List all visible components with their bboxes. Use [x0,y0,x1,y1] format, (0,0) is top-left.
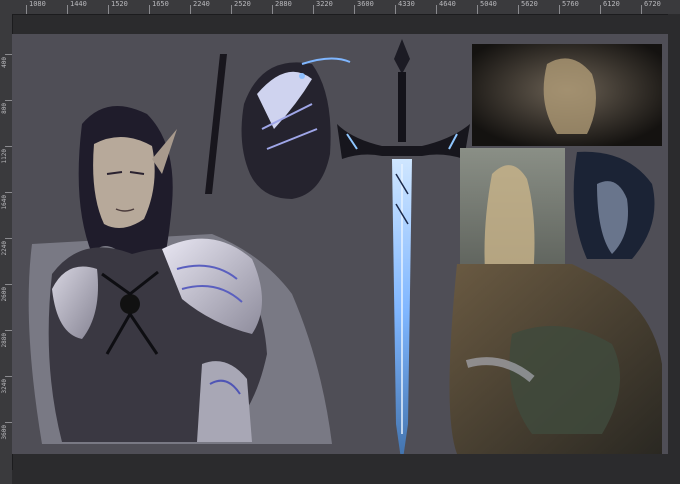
ruler-label: 400 [1,57,8,68]
ruler-label: 3220 [316,0,333,8]
ruler-label: 800 [1,103,8,114]
ruler-label: 3600 [357,0,374,8]
reference-photos [449,44,662,454]
ruler-label: 4330 [398,0,415,8]
ruler-label: 1120 [1,149,8,164]
ruler-label: 5760 [562,0,579,8]
helmet-sketch [241,57,351,199]
artwork-layer [28,39,662,454]
ruler-label: 1640 [1,195,8,210]
ruler-label: 2240 [1,241,8,256]
horizontal-ruler[interactable]: 1080 1440 1520 1650 2240 2520 2880 3220 3600 4330… [0,0,680,15]
ruler-label: 3240 [1,379,8,394]
ruler-label: 3600 [1,425,8,440]
ruler-label: 1520 [111,0,128,8]
ruler-label: 5620 [521,0,538,8]
ruler-label: 2520 [234,0,251,8]
horizontal-scroll-area[interactable] [12,470,668,484]
ruler-label: 1440 [70,0,87,8]
drawing-canvas[interactable] [12,34,668,454]
ruler-label: 1650 [152,0,169,8]
ruler-label: 2880 [275,0,292,8]
ruler-label: 4640 [439,0,456,8]
ruler-label: 6720 [644,0,661,8]
ruler-label: 1080 [29,0,46,8]
ruler-label: 2880 [1,333,8,348]
ruler-label: 2240 [193,0,210,8]
ruler-label: 2600 [1,287,8,302]
vertical-scroll-area[interactable] [668,14,680,470]
ruler-label: 5040 [480,0,497,8]
ruler-label: 6120 [603,0,620,8]
